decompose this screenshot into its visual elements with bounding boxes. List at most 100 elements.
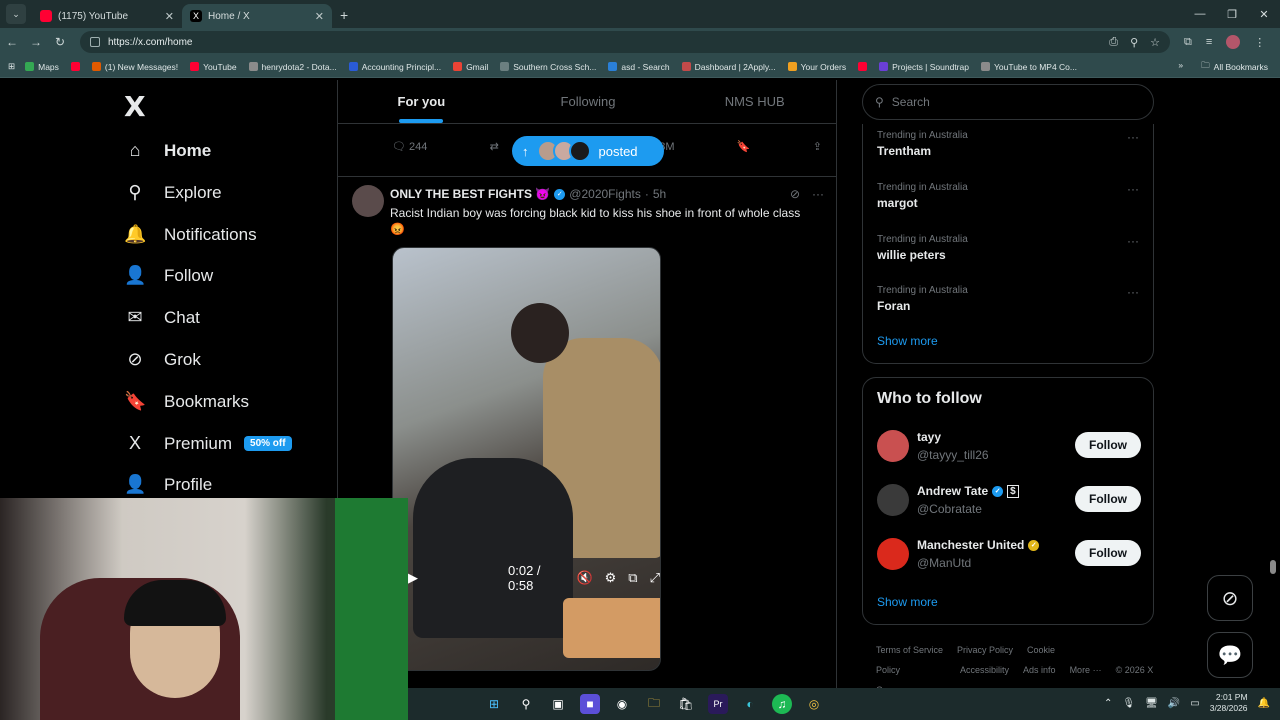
new-posts-pill[interactable]: ↑ posted (512, 136, 664, 166)
reload-icon[interactable]: ↻ (48, 35, 72, 49)
tab-for-you[interactable]: For you (338, 80, 505, 123)
tweet-author-name[interactable]: ONLY THE BEST FIGHTS 😈 (390, 187, 550, 201)
account-name-row[interactable]: Andrew Tate ✓ $ (917, 484, 1019, 498)
bookmark-item[interactable]: Your Orders (787, 62, 846, 72)
tweet-avatar[interactable] (352, 185, 384, 217)
tweet-author-handle[interactable]: @2020Fights (569, 187, 641, 201)
footer-link[interactable]: Privacy Policy (957, 645, 1013, 655)
obs-icon[interactable]: ◉ (612, 694, 632, 714)
tweet-time[interactable]: 5h (653, 187, 666, 201)
more-options-icon[interactable]: ··· (1127, 130, 1139, 144)
reply-button[interactable]: 🗨 244 (392, 140, 427, 153)
mute-icon[interactable]: 🔇 (576, 570, 592, 586)
tweet-video[interactable] (392, 247, 661, 671)
volume-icon[interactable]: 🔊 (1168, 698, 1180, 709)
more-options-icon[interactable]: ··· (1127, 234, 1139, 248)
more-options-icon[interactable]: ··· (812, 187, 824, 201)
microphone-icon[interactable]: 🎙 (1122, 698, 1135, 709)
grok-fab-icon[interactable]: ⊘ (1207, 575, 1253, 621)
tab-youtube[interactable]: (1175) YouTube ✕ (32, 4, 182, 28)
nav-premium[interactable]: X Premium 50% off (124, 433, 292, 454)
nav-home[interactable]: ⌂ Home (124, 140, 212, 161)
tab-x-home[interactable]: X Home / X ✕ (182, 4, 332, 28)
bookmark-item[interactable]: Accounting Principl... (348, 62, 441, 72)
bookmark-item[interactable] (70, 62, 80, 72)
restore-icon[interactable]: ❐ (1216, 0, 1248, 28)
chat-fab-icon[interactable]: 💬 (1207, 632, 1253, 678)
tweet[interactable]: ONLY THE BEST FIGHTS 😈 ✓ @2020Fights · 5… (338, 176, 836, 247)
follow-show-more-link[interactable]: Show more (877, 595, 938, 609)
nav-chat[interactable]: ✉ Chat (124, 307, 199, 328)
bookmark-icon[interactable]: 🔖 (737, 140, 751, 153)
video-app-icon[interactable]: ■ (580, 694, 600, 714)
network-icon[interactable]: 🖥 (1145, 698, 1158, 709)
follow-button[interactable]: Follow (1075, 486, 1141, 512)
bookmark-item[interactable]: YouTube (190, 62, 237, 72)
menu-icon[interactable]: ⋮ (1254, 36, 1265, 49)
bookmark-item[interactable]: asd - Search (608, 62, 670, 72)
edge-icon[interactable]: ◐ (740, 694, 760, 714)
nav-bookmarks[interactable]: 🔖 Bookmarks (124, 391, 249, 412)
install-icon[interactable]: ⎙ (1109, 36, 1118, 49)
bookmark-item[interactable]: Dashboard | 2Apply... (681, 62, 776, 72)
tab-search-icon[interactable]: ⌄ (6, 4, 26, 24)
bookmark-item[interactable]: Maps (25, 62, 59, 72)
footer-link[interactable]: Terms of Service (876, 645, 943, 655)
close-tab-icon[interactable]: ✕ (315, 10, 324, 23)
account-name-row[interactable]: Manchester United ✓ (917, 538, 1040, 552)
bookmark-item[interactable]: Southern Cross Sch... (500, 62, 596, 72)
nav-profile[interactable]: 👤 Profile (124, 474, 212, 495)
x-logo-icon[interactable]: X (124, 90, 146, 123)
task-view-icon[interactable]: ▣ (548, 694, 568, 714)
follow-button[interactable]: Follow (1075, 540, 1141, 566)
pip-icon[interactable]: ⧉ (628, 570, 637, 586)
tab-following[interactable]: Following (505, 80, 672, 123)
tray-overflow-icon[interactable]: ⌃ (1104, 698, 1112, 709)
back-icon[interactable]: ← (0, 35, 24, 49)
file-explorer-icon[interactable]: 🗀 (644, 694, 664, 714)
more-bookmarks-icon[interactable]: » (1178, 60, 1183, 74)
site-info-icon[interactable] (90, 37, 100, 47)
apps-icon[interactable]: ⊞ (8, 61, 15, 72)
nav-notifications[interactable]: 🔔 Notifications (124, 224, 257, 245)
fullscreen-icon[interactable]: ⤢ (650, 570, 660, 586)
bookmark-item[interactable]: Projects | Soundtrap (879, 62, 969, 72)
minimize-icon[interactable]: — (1184, 0, 1216, 28)
footer-link[interactable]: More ··· (1070, 665, 1102, 675)
notification-bell-icon[interactable]: 🔔 (1258, 698, 1270, 709)
more-options-icon[interactable]: ··· (1127, 182, 1139, 196)
settings-icon[interactable]: ⚙ (605, 570, 617, 586)
share-icon[interactable]: ⇪ (813, 140, 822, 153)
bookmark-item[interactable]: YouTube to MP4 Co... (980, 62, 1077, 72)
zoom-icon[interactable]: ⚲ (1130, 36, 1138, 49)
profile-avatar-icon[interactable] (1226, 35, 1241, 49)
tab-nms-hub[interactable]: NMS HUB (671, 80, 836, 123)
account-avatar[interactable] (877, 484, 909, 516)
nav-follow[interactable]: 👤 Follow (124, 265, 213, 286)
search-input[interactable]: ⚲ Search (862, 84, 1154, 120)
taskbar-search-icon[interactable]: ⚲ (516, 694, 536, 714)
account-name-row[interactable]: tayy (917, 430, 941, 444)
scrollbar-thumb[interactable] (1270, 560, 1276, 574)
trends-show-more-link[interactable]: Show more (877, 334, 938, 348)
battery-icon[interactable]: ▭ (1190, 698, 1199, 709)
footer-link[interactable]: Accessibility (960, 665, 1009, 675)
all-bookmarks-button[interactable]: 🗀 All Bookmarks (1201, 60, 1268, 74)
close-tab-icon[interactable]: ✕ (165, 10, 174, 23)
trend-item[interactable]: Trending in Australia Foran ··· (877, 285, 1147, 313)
star-icon[interactable]: ☆ (1150, 36, 1160, 49)
nav-explore[interactable]: ⚲ Explore (124, 182, 221, 203)
clock[interactable]: 2:01 PM 3/28/2026 (1210, 692, 1248, 714)
store-icon[interactable]: 🛍 (676, 694, 696, 714)
close-window-icon[interactable]: ✕ (1248, 0, 1280, 28)
trend-item[interactable]: Trending in Australia Trentham ··· (877, 130, 1147, 158)
bookmark-item[interactable]: (1) New Messages! (91, 62, 178, 72)
chrome-icon[interactable]: ◎ (804, 694, 824, 714)
nav-grok[interactable]: ⊘ Grok (124, 349, 200, 370)
new-tab-button[interactable]: + (340, 7, 348, 23)
account-avatar[interactable] (877, 538, 909, 570)
url-field[interactable]: https://x.com/home ⎙ ⚲ ☆ (80, 31, 1170, 53)
trend-item[interactable]: Trending in Australia willie peters ··· (877, 234, 1147, 262)
account-avatar[interactable] (877, 430, 909, 462)
extensions-icon[interactable]: ⧉ (1184, 36, 1192, 49)
